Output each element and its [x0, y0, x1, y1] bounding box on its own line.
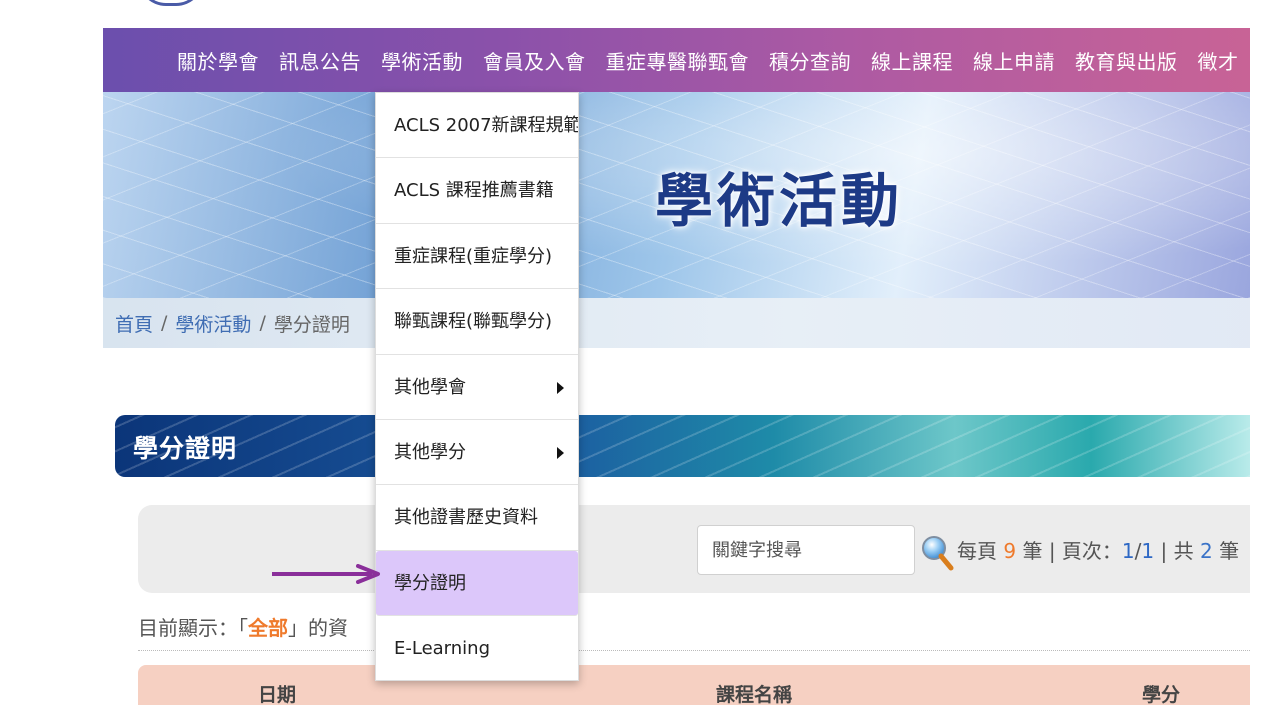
menu-item-other-credits[interactable]: 其他學分 [376, 420, 578, 486]
menu-item-e-learning[interactable]: E-Learning [376, 616, 578, 680]
page: 關於學會 訊息公告 學術活動 會員及入會 重症專醫聯甄會 積分查詢 線上課程 線… [0, 0, 1280, 720]
menu-item-credit-certificate[interactable]: 學分證明 [376, 550, 578, 617]
total-pages-link[interactable]: 1 [1141, 539, 1154, 563]
menu-item-joint-exam-courses[interactable]: 聯甄課程(聯甄學分) [376, 289, 578, 355]
main-navigation: 關於學會 訊息公告 學術活動 會員及入會 重症專醫聯甄會 積分查詢 線上課程 線… [103, 28, 1250, 92]
pager-divider: | [1048, 539, 1056, 563]
nav-item-education-publishing[interactable]: 教育與出版 [1075, 46, 1178, 75]
academic-activities-dropdown: ACLS 2007新課程規範 ACLS 課程推薦書籍 重症課程(重症學分) 聯甄… [375, 92, 579, 681]
per-page-count: 9 [1003, 539, 1017, 563]
total-prefix: 共 [1173, 539, 1194, 563]
page-label: 頁次： [1061, 539, 1122, 563]
nav-item-announcements[interactable]: 訊息公告 [279, 46, 361, 75]
pager-divider: | [1160, 539, 1168, 563]
breadcrumb-separator: / [161, 312, 168, 334]
breadcrumb-section-link[interactable]: 學術活動 [175, 310, 251, 337]
filter-prefix: 目前顯示：「 [138, 616, 248, 640]
magnifier-icon[interactable] [920, 534, 954, 572]
breadcrumb-home-link[interactable]: 首頁 [115, 310, 153, 337]
keyword-search-input[interactable] [697, 525, 915, 575]
triangle-right-icon [557, 381, 564, 394]
table-header-course-name: 課程名稱 [716, 684, 793, 705]
filter-highlight: 全部 [248, 616, 288, 640]
filter-suffix: 」的資 [288, 616, 348, 640]
banner-title: 學術活動 [655, 167, 904, 235]
divider-line [138, 650, 1250, 651]
nav-item-critical-care-committee[interactable]: 重症專醫聯甄會 [606, 46, 750, 75]
page-title: 學分證明 [133, 434, 238, 463]
nav-item-academic-activities[interactable]: 學術活動 [381, 46, 463, 75]
breadcrumb: 首頁 / 學術活動 / 學分證明 [103, 298, 1250, 348]
per-page-prefix: 每頁 [957, 539, 997, 563]
nav-item-online-application[interactable]: 線上申請 [973, 46, 1055, 75]
breadcrumb-current: 學分證明 [273, 313, 350, 336]
menu-item-certificate-history[interactable]: 其他證書歷史資料 [376, 485, 578, 551]
nav-item-credit-query[interactable]: 積分查詢 [769, 46, 851, 75]
current-filter-display: 目前顯示：「全部」的資 [138, 612, 348, 641]
table-header-credits: 學分 [1142, 684, 1181, 705]
page-banner: 學術活動 [103, 92, 1250, 298]
current-page-link[interactable]: 1 [1122, 539, 1135, 563]
per-page-suffix: 筆 [1022, 539, 1043, 563]
site-wrapper: 關於學會 訊息公告 學術活動 會員及入會 重症專醫聯甄會 積分查詢 線上課程 線… [103, 0, 1250, 720]
triangle-right-icon [557, 446, 564, 459]
credit-table-header: 日期 課程名稱 學分 [138, 665, 1250, 705]
breadcrumb-separator: / [259, 312, 266, 334]
menu-item-other-societies-label: 其他學會 [394, 376, 466, 398]
table-header-date: 日期 [258, 684, 297, 705]
section-title-bar: 學分證明 [115, 415, 1250, 477]
total-suffix: 筆 [1219, 539, 1240, 563]
pagination-info: 每頁 9 筆 | 頁次：1/1 | 共 2 筆 [957, 535, 1239, 564]
arrow-right-icon [272, 564, 380, 584]
nav-item-membership[interactable]: 會員及入會 [483, 46, 586, 75]
total-count: 2 [1199, 539, 1213, 563]
nav-item-recruitment[interactable]: 徵才 [1198, 46, 1239, 75]
menu-item-acls-2007-course-rules[interactable]: ACLS 2007新課程規範 [376, 93, 578, 159]
menu-item-critical-care-courses[interactable]: 重症課程(重症學分) [376, 224, 578, 290]
nav-item-online-courses[interactable]: 線上課程 [871, 46, 953, 75]
nav-item-about[interactable]: 關於學會 [177, 46, 259, 75]
menu-item-other-societies[interactable]: 其他學會 [376, 355, 578, 420]
menu-item-acls-course-books[interactable]: ACLS 課程推薦書籍 [376, 158, 578, 224]
menu-item-other-credits-label: 其他學分 [394, 441, 466, 463]
